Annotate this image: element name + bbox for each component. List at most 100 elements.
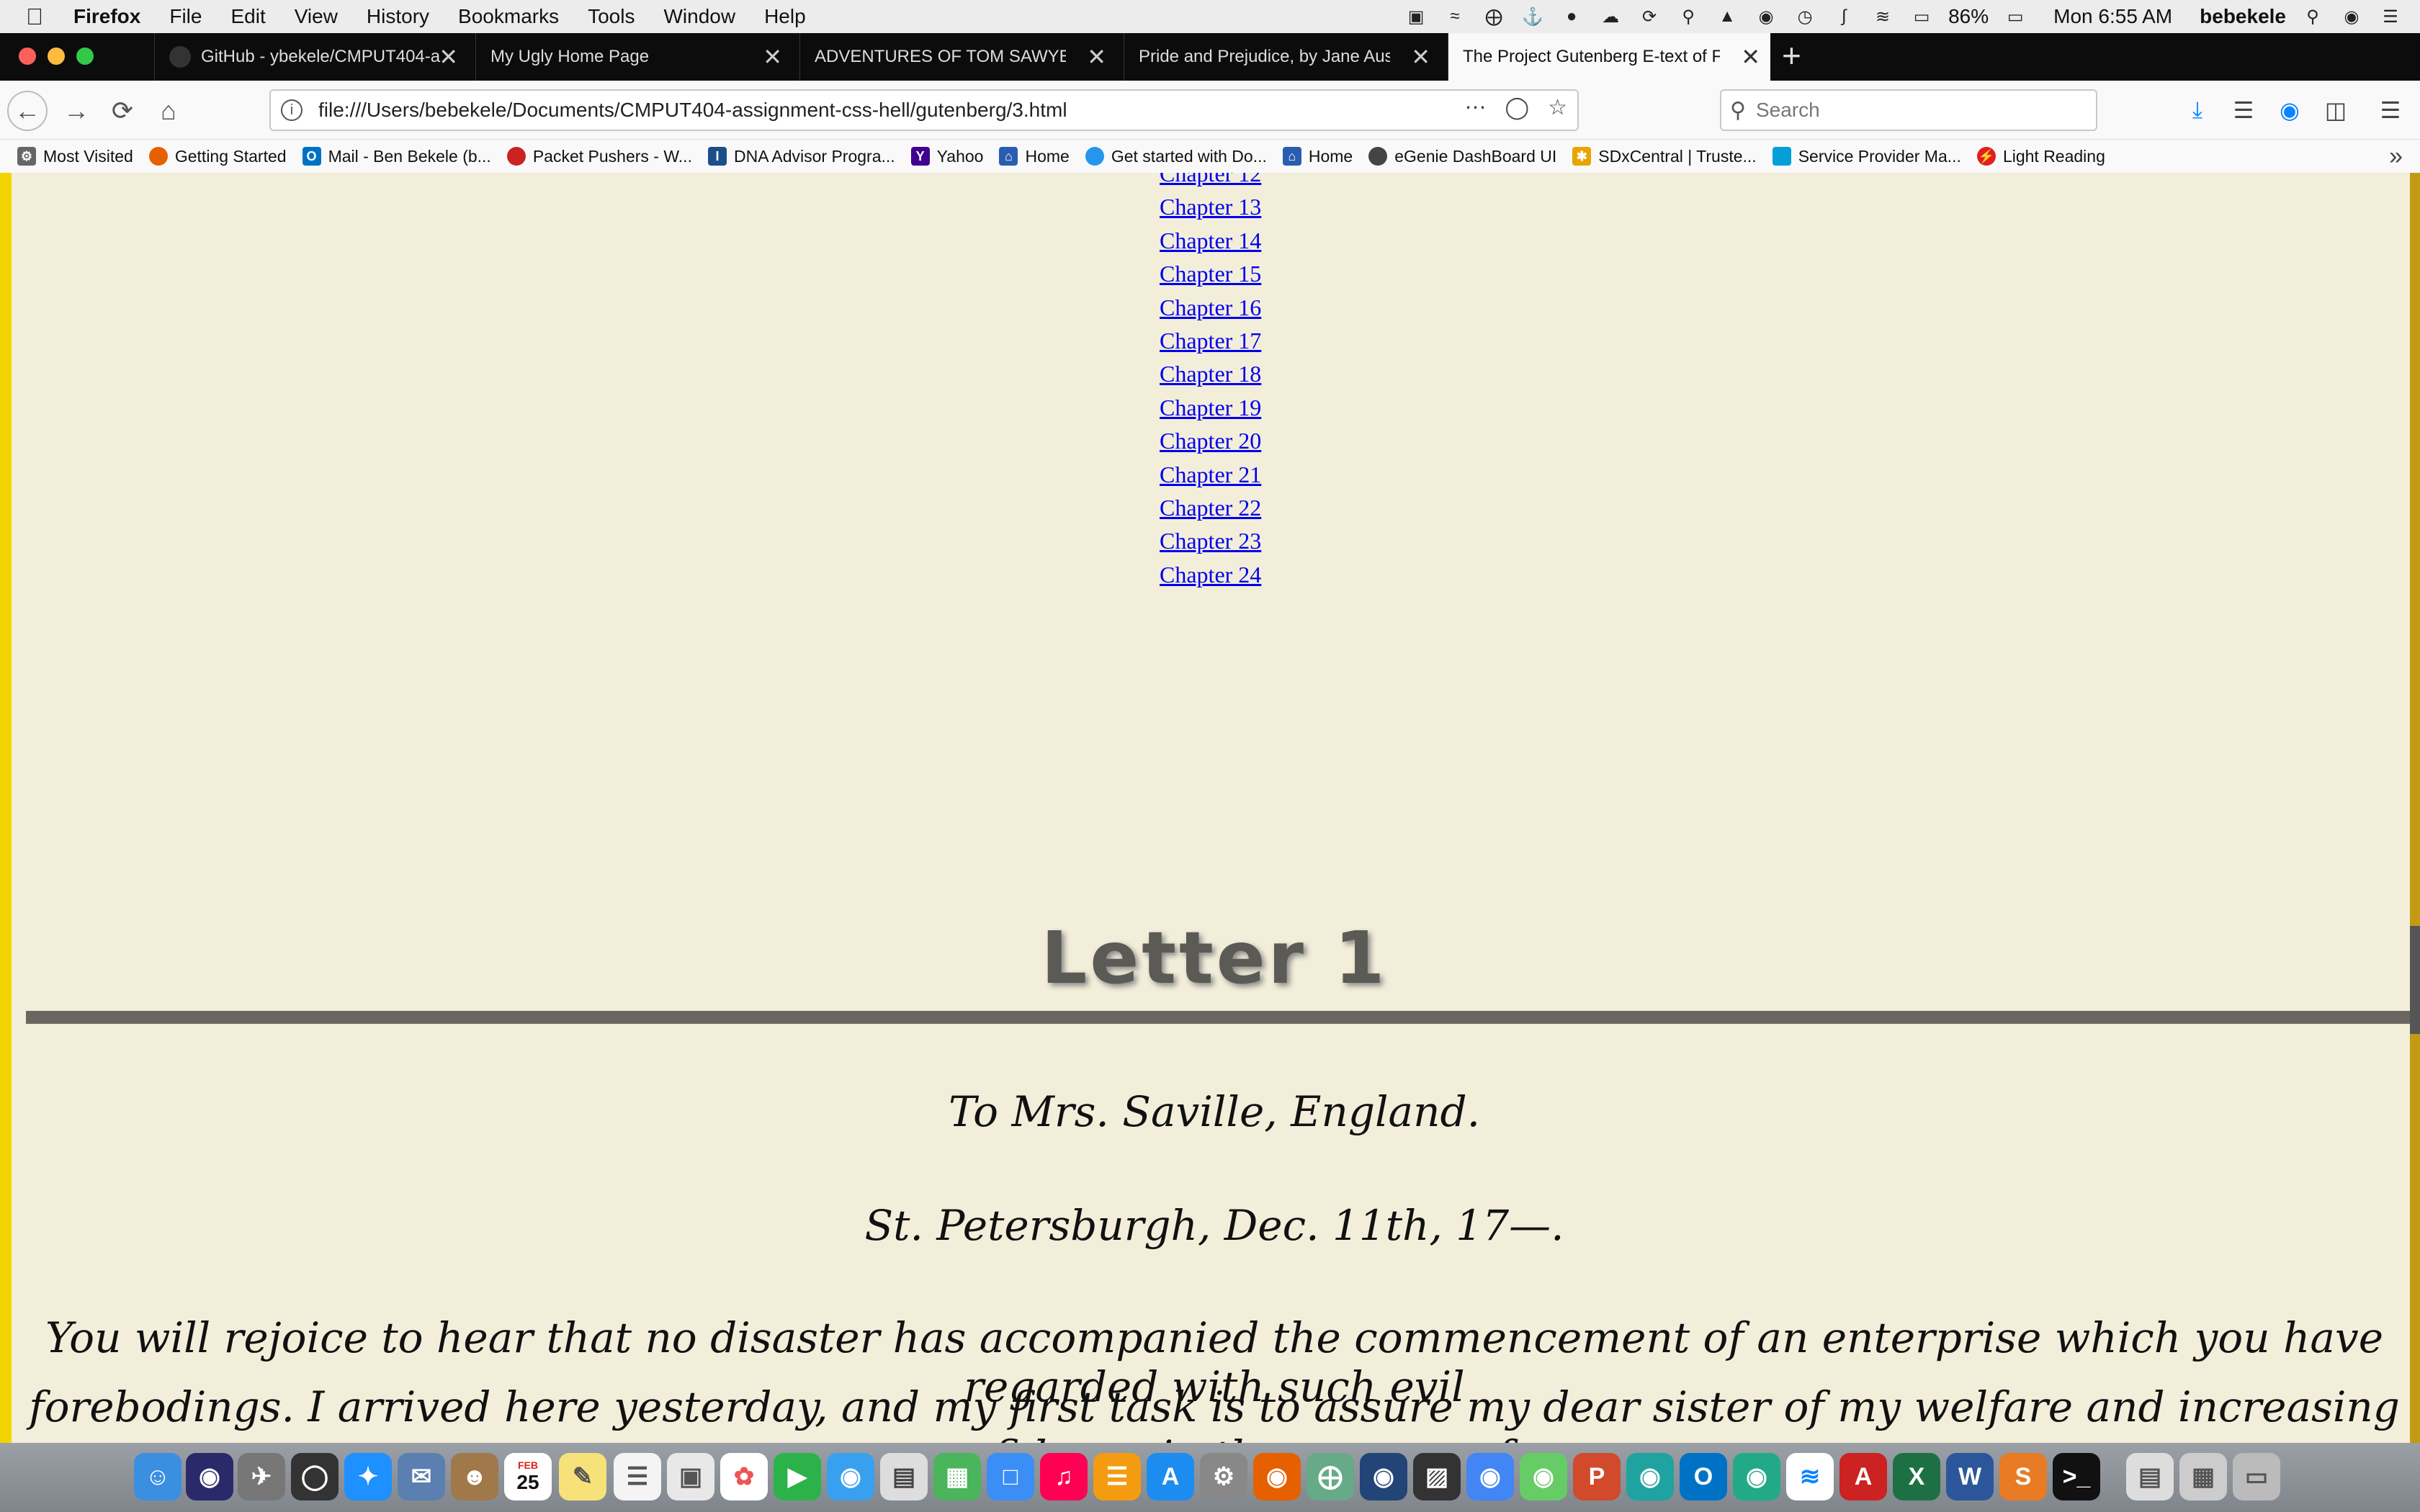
messages-icon[interactable]: ◉ <box>827 1453 874 1500</box>
zoom-window-button[interactable] <box>76 48 94 65</box>
bookmark-mail[interactable]: O Mail - Ben Bekele (b... <box>302 147 491 166</box>
close-icon[interactable]: ✕ <box>763 43 782 71</box>
downloads-icon[interactable]: ⤓ <box>2179 92 2215 128</box>
battery-icon[interactable]: ▭ <box>2003 4 2027 29</box>
cloud-icon[interactable]: ☁ <box>1598 4 1623 29</box>
toc-chapter-12[interactable]: Chapter 12 <box>1160 173 1261 186</box>
tab-tom-sawyer[interactable]: ADVENTURES OF TOM SAWYER, By ✕ <box>799 33 1116 81</box>
toc-chapter-22[interactable]: Chapter 22 <box>1160 495 1261 521</box>
scrollbar-thumb[interactable] <box>2410 926 2420 1034</box>
menu-icon[interactable]: ☰ <box>2372 92 2408 128</box>
trash-icon[interactable]: ▭ <box>2233 1453 2280 1500</box>
firefox-icon[interactable]: ◉ <box>1253 1453 1301 1500</box>
toc-chapter-13[interactable]: Chapter 13 <box>1160 194 1261 220</box>
menu-file[interactable]: File <box>169 5 202 28</box>
bookmark-docker[interactable]: Get started with Do... <box>1085 147 1267 166</box>
info-icon[interactable]: i <box>281 99 302 121</box>
tab-pride-and-prejudice[interactable]: Pride and Prejudice, by Jane Austen ✕ <box>1124 33 1440 81</box>
ibooks-icon[interactable]: ☰ <box>1093 1453 1141 1500</box>
app-store-icon[interactable]: A <box>1147 1453 1194 1500</box>
chrome-icon[interactable]: ◉ <box>1466 1453 1514 1500</box>
chat-app-icon[interactable]: ◉ <box>1733 1453 1780 1500</box>
bookmark-light-reading[interactable]: ⚡ Light Reading <box>1976 147 2105 166</box>
toc-chapter-17[interactable]: Chapter 17 <box>1160 328 1261 354</box>
home-button[interactable]: ⌂ <box>148 91 189 131</box>
menu-app-name[interactable]: Firefox <box>73 5 140 28</box>
toc-chapter-19[interactable]: Chapter 19 <box>1160 395 1261 420</box>
safari-icon[interactable]: ✦ <box>344 1453 392 1500</box>
sidebar-icon[interactable]: ◫ <box>2318 92 2354 128</box>
acrobat-icon[interactable]: A <box>1839 1453 1887 1500</box>
photos-icon[interactable]: ✿ <box>720 1453 768 1500</box>
sync-icon[interactable]: ⟳ <box>1637 4 1662 29</box>
network-tool-icon[interactable]: ◉ <box>1360 1453 1407 1500</box>
mail-stamp-icon[interactable]: ✉ <box>398 1453 445 1500</box>
clock[interactable]: Mon 6:55 AM <box>2053 5 2172 28</box>
terminal-tool-icon[interactable]: ▨ <box>1413 1453 1461 1500</box>
dashboard-icon[interactable]: ◯ <box>291 1453 339 1500</box>
bookmark-egenie[interactable]: eGenie DashBoard UI <box>1368 147 1556 166</box>
menu-edit[interactable]: Edit <box>230 5 265 28</box>
toc-chapter-20[interactable]: Chapter 20 <box>1160 428 1261 454</box>
excel-icon[interactable]: X <box>1893 1453 1940 1500</box>
bookmark-star-icon[interactable]: ☆ <box>1548 95 1567 120</box>
toc-chapter-14[interactable]: Chapter 14 <box>1160 228 1261 253</box>
back-button[interactable]: ← <box>7 91 48 131</box>
url-bar[interactable]: i file:///Users/bebekele/Documents/CMPUT… <box>269 89 1579 131</box>
wifi-icon[interactable]: ≋ <box>1870 4 1895 29</box>
extension-icon[interactable]: ◉ <box>2272 92 2308 128</box>
globe-icon[interactable]: ◉ <box>1754 4 1778 29</box>
outlook-icon[interactable]: O <box>1680 1453 1727 1500</box>
new-tab-button[interactable]: + <box>1782 36 1801 75</box>
wifi-tool-icon[interactable]: ≋ <box>1786 1453 1834 1500</box>
siri-icon[interactable]: ◉ <box>2339 4 2364 29</box>
reminders-icon[interactable]: ☰ <box>614 1453 661 1500</box>
calendar-icon[interactable]: FEB 25 <box>504 1453 552 1500</box>
search-input[interactable]: ⚲ Search <box>1720 89 2097 131</box>
user-name[interactable]: bebekele <box>2200 5 2286 28</box>
reload-button[interactable]: ⟳ <box>102 91 143 131</box>
close-window-button[interactable] <box>19 48 36 65</box>
bookmark-sdxcentral[interactable]: ✱ SDxCentral | Truste... <box>1572 147 1757 166</box>
forward-button[interactable]: → <box>56 91 97 131</box>
spotlight-icon[interactable]: ⚲ <box>2300 4 2325 29</box>
bookmark-home-2[interactable]: ⌂ Home <box>1282 147 1353 166</box>
keynote-podium-icon[interactable]: □ <box>987 1453 1034 1500</box>
skype-icon[interactable]: ● <box>1559 4 1584 29</box>
webex-icon[interactable]: ◉ <box>1626 1453 1674 1500</box>
time-machine-icon[interactable]: ◷ <box>1793 4 1817 29</box>
bluetooth-icon[interactable]: ∫ <box>1832 4 1856 29</box>
keynote-icon[interactable]: ▤ <box>880 1453 928 1500</box>
bookmark-service-provider[interactable]: Service Provider Ma... <box>1772 147 1961 166</box>
toc-chapter-18[interactable]: Chapter 18 <box>1160 361 1261 387</box>
vpn-icon[interactable]: ⨁ <box>1482 4 1506 29</box>
close-icon[interactable]: ✕ <box>1087 43 1106 71</box>
siri-icon[interactable]: ◉ <box>186 1453 233 1500</box>
numbers-icon[interactable]: ▦ <box>933 1453 981 1500</box>
menu-view[interactable]: View <box>295 5 338 28</box>
tab-gutenberg-active[interactable]: The Project Gutenberg E-text of Fra ✕ <box>1448 33 1770 81</box>
notes-icon[interactable]: ✎ <box>559 1453 606 1500</box>
close-icon[interactable]: ✕ <box>1411 43 1430 71</box>
toc-chapter-16[interactable]: Chapter 16 <box>1160 294 1261 320</box>
sublime-icon[interactable]: S <box>1999 1453 2047 1500</box>
preview-icon[interactable]: ▣ <box>667 1453 714 1500</box>
bookmark-packet-pushers[interactable]: Packet Pushers - W... <box>506 147 692 166</box>
menu-help[interactable]: Help <box>764 5 806 28</box>
bookmark-most-visited[interactable]: ⚙ Most Visited <box>17 147 133 166</box>
menu-bookmarks[interactable]: Bookmarks <box>458 5 559 28</box>
documents-folder-icon[interactable]: ▤ <box>2126 1453 2174 1500</box>
terminal-icon[interactable]: >_ <box>2053 1453 2100 1500</box>
tab-my-ugly-home-page[interactable]: My Ugly Home Page ✕ <box>475 33 792 81</box>
copilot-icon[interactable]: ▣ <box>1404 4 1428 29</box>
itunes-icon[interactable]: ♫ <box>1040 1453 1088 1500</box>
notification-center-icon[interactable]: ☰ <box>2378 4 2403 29</box>
toc-chapter-24[interactable]: Chapter 24 <box>1160 562 1261 588</box>
vpn-client-icon[interactable]: ⨁ <box>1307 1453 1354 1500</box>
menu-history[interactable]: History <box>367 5 429 28</box>
chevron-right-icon[interactable]: » <box>2389 143 2403 171</box>
bookmark-getting-started[interactable]: Getting Started <box>148 147 287 166</box>
toc-chapter-15[interactable]: Chapter 15 <box>1160 261 1261 287</box>
apple-menu-icon[interactable]:  <box>26 4 55 30</box>
wifi-dim-icon[interactable]: ≈ <box>1443 4 1467 29</box>
